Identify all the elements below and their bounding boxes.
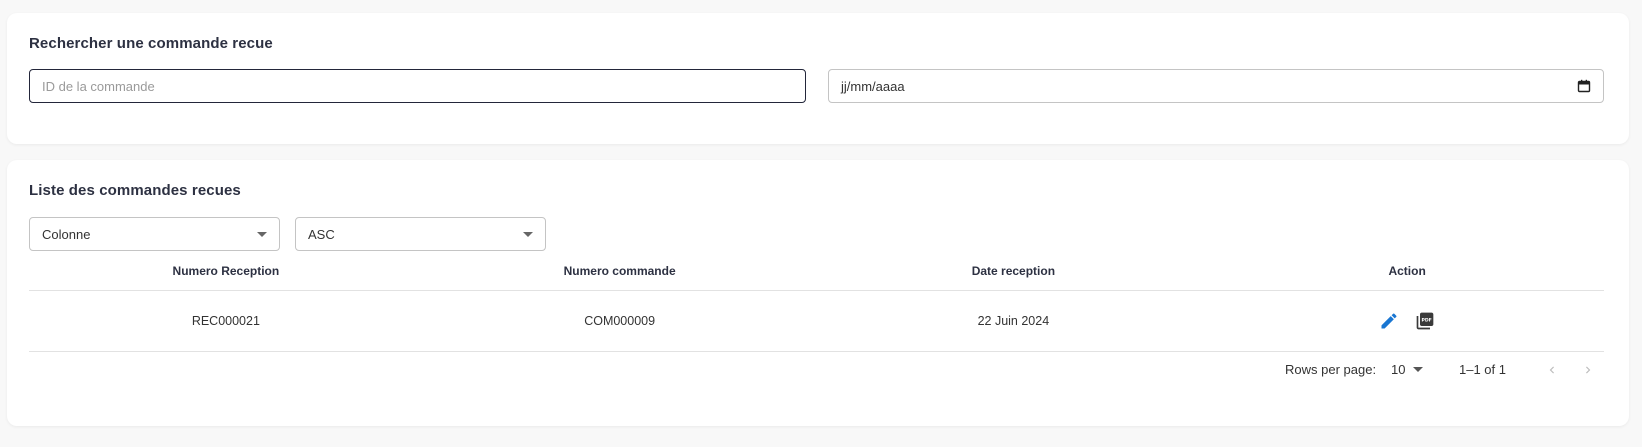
search-card: Rechercher une commande recue jj/mm/aaaa (7, 13, 1629, 144)
svg-text:PDF: PDF (1422, 317, 1432, 323)
orders-table: Numero Reception Numero commande Date re… (29, 252, 1604, 352)
numero-commande-cell: COM000009 (584, 314, 656, 328)
order-select[interactable]: ASC (295, 217, 546, 251)
next-page-button[interactable] (1577, 359, 1599, 381)
previous-page-button[interactable] (1541, 359, 1563, 381)
column-select[interactable]: Colonne (29, 217, 280, 251)
chevron-down-icon (1413, 367, 1424, 372)
table-header: Numero Reception Numero commande Date re… (29, 252, 1604, 291)
table-pagination: Rows per page: 10 1–1 of 1 (7, 354, 1629, 384)
column-header[interactable]: Numero commande (423, 264, 817, 278)
numero-reception-cell: REC000021 (191, 314, 260, 328)
chevron-right-icon (1586, 366, 1591, 374)
table-row: REC000021 COM000009 22 Juin 2024 PDF (29, 291, 1604, 352)
column-header[interactable]: Date reception (817, 264, 1211, 278)
date-placeholder: jj/mm/aaaa (841, 78, 905, 94)
orders-list-card: Liste des commandes recues Colonne ASC N… (7, 160, 1629, 426)
date-reception-cell: 22 Juin 2024 (977, 314, 1050, 328)
action-cell: PDF (1210, 310, 1604, 332)
chevron-left-icon (1549, 366, 1554, 374)
order-id-field[interactable] (29, 69, 806, 103)
rows-per-page-label: Rows per page: (1285, 362, 1377, 377)
column-header[interactable]: Numero Reception (29, 264, 423, 278)
search-title: Rechercher une commande recue (29, 35, 273, 52)
chevron-down-icon (523, 231, 533, 237)
rows-per-page-value: 10 (1391, 362, 1406, 377)
edit-icon[interactable] (1378, 310, 1400, 332)
rows-per-page-select[interactable]: 10 (1391, 362, 1424, 377)
date-field[interactable]: jj/mm/aaaa (828, 69, 1604, 103)
list-title: Liste des commandes recues (29, 182, 241, 199)
pagination-range: 1–1 of 1 (1459, 362, 1506, 377)
column-select-value: Colonne (42, 226, 91, 242)
column-header: Action (1388, 264, 1426, 278)
calendar-icon[interactable] (1577, 79, 1591, 93)
order-select-value: ASC (308, 226, 335, 242)
chevron-down-icon (257, 231, 267, 237)
order-id-input[interactable] (42, 78, 793, 94)
pdf-icon[interactable]: PDF (1414, 310, 1436, 332)
